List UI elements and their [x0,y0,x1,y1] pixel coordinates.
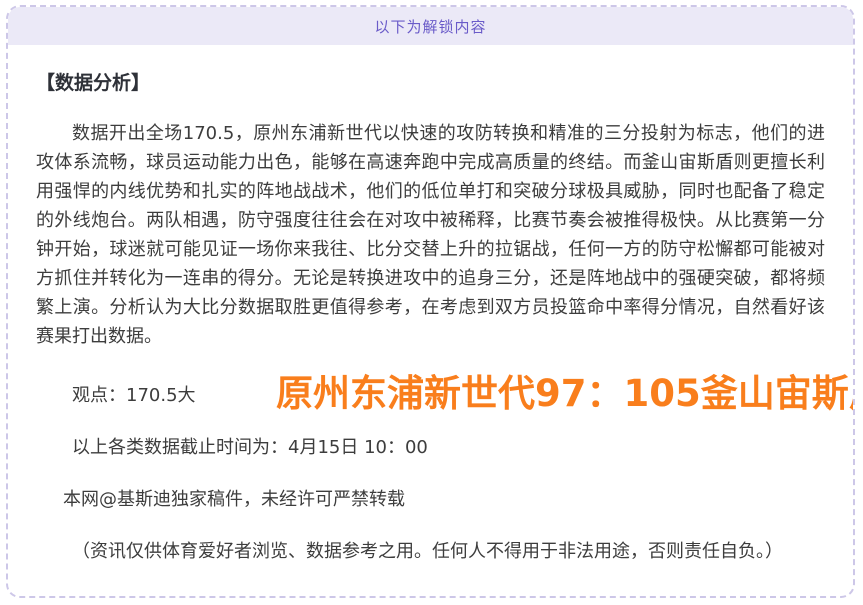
copyright-text: 本网@基斯迪独家稿件，未经许可严禁转载 [36,485,825,514]
section-title: 【数据分析】 [36,71,825,95]
disclaimer-text: （资讯仅供体育爱好者浏览、数据参考之用。任何人不得用于非法用途，否则责任自负。） [36,537,825,566]
unlocked-content-panel: 以下为解锁内容 【数据分析】 数据开出全场170.5，原州东浦新世代以快速的攻防… [6,5,855,598]
page: 以下为解锁内容 【数据分析】 数据开出全场170.5，原州东浦新世代以快速的攻防… [0,0,863,605]
final-score-overlay: 原州东浦新世代97：105釜山宙斯盾 [276,368,855,420]
unlock-banner: 以下为解锁内容 [8,7,853,45]
unlock-banner-text: 以下为解锁内容 [374,16,486,37]
viewpoint-row: 观点：170.5大 原州东浦新世代97：105釜山宙斯盾 [36,381,825,410]
data-cutoff-text: 以上各类数据截止时间为：4月15日 10：00 [36,433,825,462]
analysis-content: 【数据分析】 数据开出全场170.5，原州东浦新世代以快速的攻防转换和精准的三分… [8,71,853,566]
analysis-paragraph: 数据开出全场170.5，原州东浦新世代以快速的攻防转换和精准的三分投射为标志，他… [36,119,825,351]
